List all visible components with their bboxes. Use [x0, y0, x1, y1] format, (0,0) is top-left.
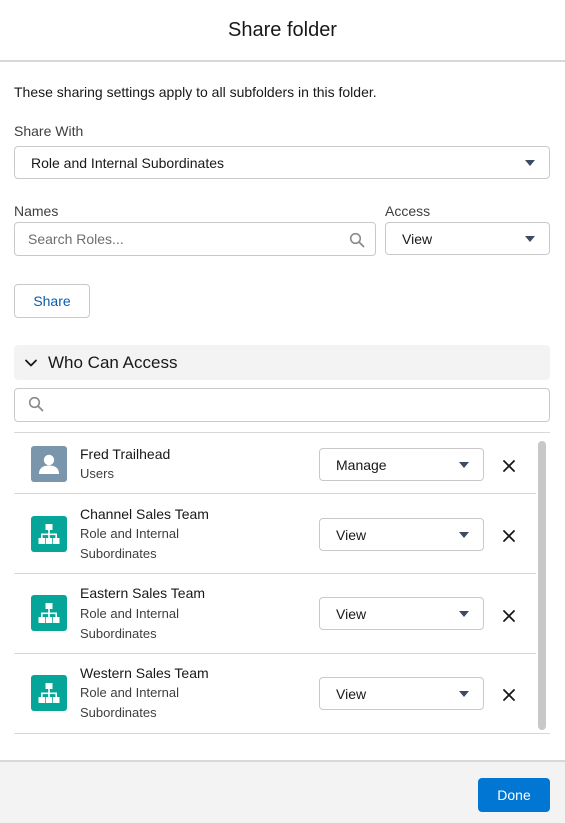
entry-type-line: Subordinates	[80, 546, 157, 561]
entry-access-value: Manage	[336, 456, 387, 473]
entry-access-select[interactable]: View	[319, 597, 484, 630]
list-item: Eastern Sales Team Role and Internal Sub…	[14, 574, 536, 654]
access-label: Access	[385, 203, 431, 219]
share-with-label: Share With	[14, 123, 84, 139]
entry-access-select[interactable]: View	[319, 518, 484, 551]
dialog-title: Share folder	[228, 18, 337, 41]
entry-access-select[interactable]: View	[319, 677, 484, 710]
list-scrollbar[interactable]	[538, 441, 546, 730]
entry-name: Western Sales Team	[80, 665, 209, 681]
list-item: Fred Trailhead Users Manage	[14, 433, 536, 494]
dialog-header: Share folder	[0, 0, 565, 62]
access-list[interactable]: Fred Trailhead Users Manage Channel Sale…	[14, 432, 550, 734]
entry-name: Eastern Sales Team	[80, 585, 206, 601]
entry-type: Role and Internal Subordinates	[80, 604, 230, 644]
chevron-down-icon	[459, 690, 469, 697]
entry-type: Users	[80, 464, 230, 484]
chevron-down-icon	[459, 461, 469, 468]
entry-type: Role and Internal Subordinates	[80, 683, 230, 723]
share-with-select[interactable]: Role and Internal Subordinates	[14, 146, 550, 179]
list-item: Western Sales Team Role and Internal Sub…	[14, 654, 536, 733]
entry-type-line: Subordinates	[80, 705, 157, 720]
entry-access-value: View	[336, 685, 367, 702]
names-label: Names	[14, 203, 59, 219]
list-item: Channel Sales Team Role and Internal Sub…	[14, 494, 536, 574]
close-icon[interactable]	[502, 688, 516, 702]
access-value: View	[402, 230, 433, 247]
close-icon[interactable]	[502, 459, 516, 473]
share-with-value: Role and Internal Subordinates	[31, 154, 225, 171]
share-button[interactable]: Share	[14, 284, 90, 318]
access-select[interactable]: View	[385, 222, 550, 255]
chevron-down-icon	[459, 610, 469, 617]
entry-access-value: View	[336, 526, 367, 543]
chevron-down-icon	[459, 531, 469, 538]
entry-type-line: Role and Internal	[80, 685, 180, 700]
entry-access-select[interactable]: Manage	[319, 448, 484, 481]
chevron-down-icon	[525, 159, 535, 166]
entry-type: Role and Internal Subordinates	[80, 524, 230, 564]
names-search-input[interactable]: Search Roles...	[14, 222, 376, 256]
entry-name: Channel Sales Team	[80, 506, 209, 522]
access-list-search-input[interactable]	[14, 388, 550, 422]
user-avatar-icon	[31, 446, 67, 482]
intro-text: These sharing settings apply to all subf…	[14, 84, 377, 100]
close-icon[interactable]	[502, 609, 516, 623]
entry-type-line: Subordinates	[80, 626, 157, 641]
dialog-footer: Done	[0, 760, 565, 823]
names-placeholder: Search Roles...	[28, 231, 124, 247]
search-icon	[28, 396, 44, 412]
entry-type-line: Role and Internal	[80, 526, 180, 541]
hierarchy-icon	[31, 595, 67, 631]
entry-type-line: Role and Internal	[80, 606, 180, 621]
entry-access-value: View	[336, 605, 367, 622]
who-can-access-toggle[interactable]: Who Can Access	[14, 345, 550, 380]
done-button[interactable]: Done	[478, 778, 550, 812]
hierarchy-icon	[31, 675, 67, 711]
search-icon	[349, 232, 365, 248]
hierarchy-icon	[31, 516, 67, 552]
entry-name: Fred Trailhead	[80, 446, 171, 462]
close-icon[interactable]	[502, 529, 516, 543]
entry-type-line: Users	[80, 466, 114, 481]
chevron-down-icon	[525, 235, 535, 242]
section-title: Who Can Access	[48, 352, 178, 372]
chevron-down-icon	[25, 359, 37, 366]
